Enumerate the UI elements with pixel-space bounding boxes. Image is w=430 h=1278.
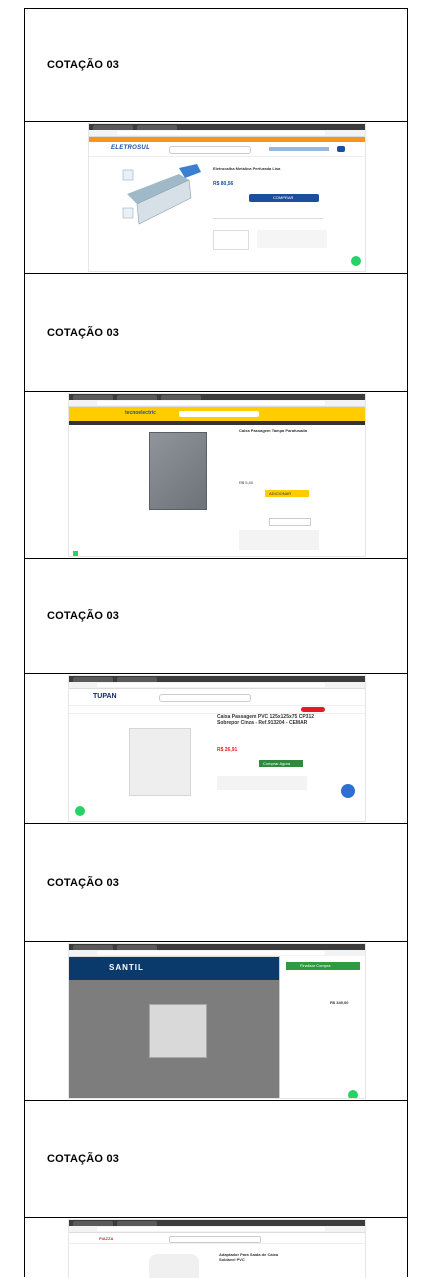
screenshot-row: ELETROSUL Eletrocalha Metálica Perfurada… [25,122,407,274]
add-button[interactable]: ADICIONAR [265,490,309,497]
product-image [119,164,205,234]
store-logo: ELETROSUL [111,145,151,151]
product-image [149,1254,199,1278]
screenshot-piazza: PIAZZA Adaptador Para Saída de Caixa Sol… [69,1220,365,1278]
store-logo: tecnoelectric [125,410,156,416]
product-image [129,728,191,796]
product-image [149,1004,207,1058]
product-title: Caixa Passagem Tampa Parafusada [239,428,307,433]
whatsapp-icon[interactable] [348,1090,358,1098]
quotation-label-row: COTAÇÃO 03 [25,824,407,942]
quotation-label: COTAÇÃO 03 [47,326,120,339]
buy-button[interactable]: Comprar Agora [259,760,303,767]
store-logo: TUPAN [93,693,117,700]
product-title: Caixa Passagem PVC 125x125x75 CP312 Sobr… [217,714,315,726]
quotation-label-row: COTAÇÃO 03 [25,9,407,122]
screenshot-row: tecnoelectric Caixa Passagem Tampa Paraf… [25,392,407,559]
accessibility-icon[interactable] [341,784,355,798]
screenshot-row: TUPAN Caixa Passagem PVC 125x125x75 CP31… [25,674,407,824]
product-title: Adaptador Para Saída de Caixa Soldável P… [219,1252,279,1262]
screenshot-row: PIAZZA Adaptador Para Saída de Caixa Sol… [25,1218,407,1278]
quotation-label: COTAÇÃO 03 [47,876,120,889]
product-price: R$ 26,91 [217,747,238,753]
screenshot-row: SANTIL Finalizar Compra R$ 349,00 [25,942,407,1101]
product-price: R$ 80,56 [213,181,234,187]
store-logo: SANTIL [109,963,144,972]
quotation-label: COTAÇÃO 03 [47,1153,120,1165]
product-price: R$ 5,40 [239,480,254,485]
quotation-label: COTAÇÃO 03 [47,59,120,71]
whatsapp-icon[interactable] [75,806,85,816]
quotation-document: COTAÇÃO 03 ELETROSUL Eletrocalha Metálic… [24,8,408,1278]
product-image [149,432,207,510]
buy-button[interactable]: COMPRAR [249,194,319,202]
whatsapp-icon[interactable] [351,256,361,266]
quotation-label-row: COTAÇÃO 03 [25,1101,407,1218]
screenshot-tecnoelectric: tecnoelectric Caixa Passagem Tampa Paraf… [69,394,365,556]
quotation-label-row: COTAÇÃO 03 [25,274,407,392]
chat-icon[interactable] [73,551,78,556]
quotation-label: COTAÇÃO 03 [47,610,120,622]
screenshot-santil: SANTIL Finalizar Compra R$ 349,00 [69,944,365,1098]
checkout-button[interactable]: Finalizar Compra [286,962,360,970]
quotation-label-row: COTAÇÃO 03 [25,559,407,674]
cart-price: R$ 349,00 [330,1000,349,1005]
screenshot-tupan: TUPAN Caixa Passagem PVC 125x125x75 CP31… [69,676,365,821]
product-title: Eletrocalha Metálica Perfurada Lisa [213,166,281,171]
cart-panel: Finalizar Compra R$ 349,00 [279,956,365,1098]
store-logo: PIAZZA [99,1236,114,1241]
screenshot-eletrosul: ELETROSUL Eletrocalha Metálica Perfurada… [89,124,365,271]
